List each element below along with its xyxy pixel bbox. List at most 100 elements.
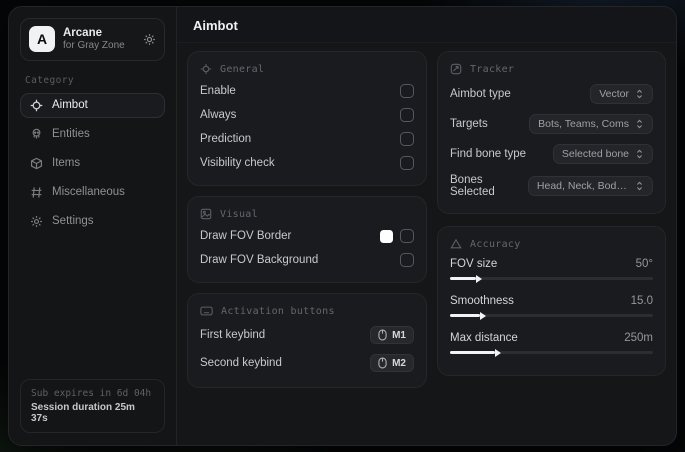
setting-row: Visibility check bbox=[200, 151, 414, 175]
accuracy-card: Accuracy FOV size 50° Smoothness 15.0 Ma… bbox=[437, 226, 666, 376]
setting-row: Enable bbox=[200, 79, 414, 103]
enable-checkbox[interactable] bbox=[400, 84, 414, 98]
find-bone-type-dropdown[interactable]: Selected bone bbox=[552, 144, 653, 164]
first-keybind-button[interactable]: M1 bbox=[370, 326, 414, 344]
fov-size-slider[interactable] bbox=[450, 277, 653, 280]
prediction-checkbox[interactable] bbox=[400, 132, 414, 146]
setting-row: Second keybind M2 bbox=[200, 349, 414, 377]
left-column: General Enable Always Prediction Visibil… bbox=[187, 51, 427, 388]
tracker-card: Tracker Aimbot type Vector Targets Bots,… bbox=[437, 51, 666, 214]
visibility-check-checkbox[interactable] bbox=[400, 156, 414, 170]
page-title: Aimbot bbox=[177, 7, 676, 43]
mouse-icon bbox=[378, 357, 387, 369]
crosshair-icon bbox=[30, 99, 43, 112]
session-duration-text: Session duration 25m 37s bbox=[31, 402, 135, 424]
main-content: Aimbot General Enable Always Prediction … bbox=[177, 7, 676, 445]
setting-label: Prediction bbox=[200, 133, 252, 145]
setting-label: Bones Selected bbox=[450, 174, 495, 198]
sidebar-item-label: Entities bbox=[52, 128, 90, 141]
brand-logo: A bbox=[29, 26, 55, 53]
setting-row: Prediction bbox=[200, 127, 414, 151]
sidebar-item-aimbot[interactable]: Aimbot bbox=[20, 92, 165, 118]
category-label: Category bbox=[25, 74, 74, 86]
card-title: General bbox=[220, 63, 265, 75]
setting-label: Draw FOV Background bbox=[200, 254, 319, 266]
slider-row: Max distance 250m bbox=[450, 328, 653, 365]
setting-label: Draw FOV Border bbox=[200, 230, 292, 242]
image-icon bbox=[200, 208, 212, 220]
setting-row: Draw FOV Border bbox=[200, 224, 414, 248]
chevron-updown-icon bbox=[635, 181, 644, 191]
card-title: Accuracy bbox=[470, 238, 521, 250]
sidebar-item-miscellaneous[interactable]: Miscellaneous bbox=[20, 180, 165, 205]
setting-label: Max distance bbox=[450, 332, 518, 344]
sub-expiry-text: Sub expires in 6d 04h bbox=[31, 388, 152, 399]
smoothness-slider[interactable] bbox=[450, 314, 653, 317]
sidebar-item-label: Settings bbox=[52, 215, 94, 228]
mouse-icon bbox=[378, 329, 387, 341]
card-title: Visual bbox=[220, 208, 258, 220]
visual-card: Visual Draw FOV Border Draw FOV Backgrou… bbox=[187, 196, 427, 283]
aimbot-type-dropdown[interactable]: Vector bbox=[590, 84, 653, 104]
sidebar-item-settings[interactable]: Settings bbox=[20, 209, 165, 234]
targets-dropdown[interactable]: Bots, Teams, Coms bbox=[529, 114, 653, 134]
max-distance-slider[interactable] bbox=[450, 351, 653, 354]
setting-label: FOV size bbox=[450, 258, 498, 270]
setting-row: Always bbox=[200, 103, 414, 127]
activation-buttons-card: Activation buttons First keybind M1 Seco… bbox=[187, 293, 427, 388]
second-keybind-button[interactable]: M2 bbox=[370, 354, 414, 372]
setting-label: Smoothness bbox=[450, 295, 514, 307]
slider-fill[interactable] bbox=[450, 314, 481, 317]
slider-fill[interactable] bbox=[450, 277, 477, 280]
subscription-info-card: Sub expires in 6d 04h Session duration 2… bbox=[20, 379, 165, 433]
grid-icon bbox=[30, 186, 43, 199]
setting-label: Second keybind bbox=[200, 357, 282, 369]
draw-fov-background-checkbox[interactable] bbox=[400, 253, 414, 267]
card-title: Activation buttons bbox=[221, 305, 335, 317]
settings-gear-icon[interactable] bbox=[143, 33, 156, 46]
menu-window: A Arcane for Gray Zone Category Aimbot E… bbox=[8, 6, 677, 446]
sidebar-item-label: Miscellaneous bbox=[52, 186, 125, 199]
setting-row: First keybind M1 bbox=[200, 321, 414, 349]
always-checkbox[interactable] bbox=[400, 108, 414, 122]
slider-fill[interactable] bbox=[450, 351, 495, 354]
entities-icon bbox=[30, 128, 43, 141]
chevron-updown-icon bbox=[635, 149, 644, 159]
setting-row: Bones Selected Head, Neck, Body, Pe.. bbox=[450, 169, 653, 203]
brand-text: Arcane for Gray Zone bbox=[63, 26, 125, 53]
fov-border-color-swatch[interactable] bbox=[380, 229, 393, 243]
gear-icon bbox=[30, 215, 43, 228]
dropdown-value: Bots, Teams, Coms bbox=[538, 118, 629, 130]
keybind-value: M1 bbox=[392, 329, 406, 341]
setting-label: Aimbot type bbox=[450, 88, 511, 100]
setting-label: Find bone type bbox=[450, 148, 527, 160]
sidebar-item-label: Items bbox=[52, 157, 81, 170]
dropdown-value: Selected bone bbox=[561, 148, 629, 160]
bones-selected-dropdown[interactable]: Head, Neck, Body, Pe.. bbox=[527, 176, 653, 196]
setting-label: Visibility check bbox=[200, 157, 275, 169]
draw-fov-border-checkbox[interactable] bbox=[400, 229, 414, 243]
keyboard-icon bbox=[200, 305, 213, 317]
setting-row: Targets Bots, Teams, Coms bbox=[450, 109, 653, 139]
sidebar-item-label: Aimbot bbox=[52, 99, 88, 112]
slider-value: 250m bbox=[624, 332, 653, 344]
cards-grid: General Enable Always Prediction Visibil… bbox=[177, 43, 676, 396]
sidebar: A Arcane for Gray Zone Category Aimbot E… bbox=[9, 7, 177, 445]
triangle-icon bbox=[450, 238, 462, 250]
sidebar-item-items[interactable]: Items bbox=[20, 151, 165, 176]
slider-value: 50° bbox=[635, 258, 653, 270]
slider-row: Smoothness 15.0 bbox=[450, 291, 653, 328]
box-icon bbox=[30, 157, 43, 170]
setting-label: Targets bbox=[450, 118, 488, 130]
crosshair-icon bbox=[200, 63, 212, 75]
setting-row: Draw FOV Background bbox=[200, 248, 414, 272]
dropdown-value: Vector bbox=[599, 88, 629, 100]
sidebar-item-entities[interactable]: Entities bbox=[20, 122, 165, 147]
keybind-value: M2 bbox=[392, 357, 406, 369]
right-column: Tracker Aimbot type Vector Targets Bots,… bbox=[437, 51, 666, 376]
setting-label: First keybind bbox=[200, 329, 266, 341]
brand-subtitle: for Gray Zone bbox=[63, 40, 125, 52]
sidebar-nav: Aimbot Entities Items Miscellaneous Sett… bbox=[20, 92, 165, 234]
setting-label: Enable bbox=[200, 85, 236, 97]
setting-row: Aimbot type Vector bbox=[450, 79, 653, 109]
